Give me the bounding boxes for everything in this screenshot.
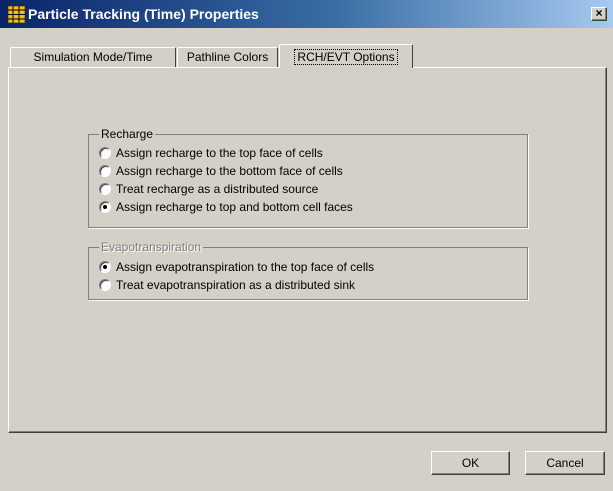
radio-button[interactable] (99, 165, 111, 177)
recharge-group: Recharge Assign recharge to the top face… (88, 127, 528, 228)
close-button[interactable]: × (591, 7, 607, 21)
tab-label: Simulation Mode/Time (33, 50, 153, 64)
cancel-button[interactable]: Cancel (525, 451, 605, 475)
evapotranspiration-group: Evapotranspiration Assign evapotranspira… (88, 240, 528, 300)
tab-label: RCH/EVT Options (294, 49, 398, 65)
option-label: Assign recharge to the bottom face of ce… (116, 164, 343, 178)
radio-button[interactable] (99, 279, 111, 291)
title-bar: Particle Tracking (Time) Properties × (0, 0, 613, 28)
ok-button[interactable]: OK (431, 451, 510, 475)
radio-button-checked[interactable] (99, 201, 111, 213)
option-label: Treat evapotranspiration as a distribute… (116, 278, 356, 292)
tab-rch-evt-options[interactable]: RCH/EVT Options (279, 44, 413, 68)
option-label: Assign recharge to top and bottom cell f… (116, 200, 353, 214)
tab-pathline-colors[interactable]: Pathline Colors (177, 47, 278, 67)
radio-button-checked[interactable] (99, 261, 111, 273)
option-label: Assign evapotranspiration to the top fac… (116, 260, 375, 274)
tab-label: Pathline Colors (186, 50, 269, 64)
radio-button[interactable] (99, 147, 111, 159)
option-label: Assign recharge to the top face of cells (116, 146, 323, 160)
close-icon: × (595, 6, 603, 20)
window-title: Particle Tracking (Time) Properties (28, 6, 259, 22)
radio-button[interactable] (99, 183, 111, 195)
tab-simulation-mode-time[interactable]: Simulation Mode/Time (10, 47, 176, 67)
evapotranspiration-legend: Evapotranspiration (99, 240, 204, 254)
tab-panel: Recharge Assign recharge to the top face… (8, 67, 607, 433)
app-grid-icon (8, 6, 25, 23)
option-label: Treat recharge as a distributed source (116, 182, 319, 196)
recharge-legend: Recharge (99, 127, 156, 141)
